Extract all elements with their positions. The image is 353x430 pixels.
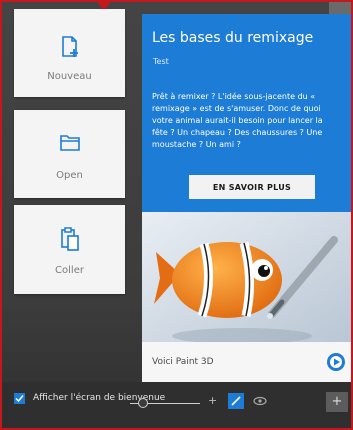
folder-icon — [59, 135, 80, 151]
bottom-toolbar — [2, 382, 351, 428]
card-tag: Test — [153, 57, 169, 66]
card-footer: Voici Paint 3D — [142, 342, 351, 382]
eye-icon[interactable] — [252, 393, 268, 409]
open-label: Open — [56, 170, 83, 181]
open-button[interactable]: Open — [14, 110, 125, 198]
card-body: Prêt à remixer ? L'idée sous-jacente du … — [152, 92, 323, 149]
show-welcome-checkbox[interactable] — [14, 392, 25, 404]
add-button[interactable]: + — [326, 392, 348, 412]
screenshot-frame: Nouveau Open Coller Les bases du remixag… — [0, 0, 353, 430]
clownfish-illustration — [142, 212, 351, 342]
card-title: Les bases du remixage — [152, 30, 314, 46]
slider-thumb[interactable] — [138, 398, 148, 408]
welcome-card: Les bases du remixage Test Prêt à remixe… — [142, 14, 351, 382]
play-icon[interactable] — [326, 352, 346, 372]
pen-button[interactable] — [228, 393, 244, 409]
checkmark-icon — [15, 394, 24, 402]
plus-icon[interactable]: + — [208, 394, 217, 407]
pen-icon — [231, 396, 241, 406]
paste-button[interactable]: Coller — [14, 205, 125, 294]
new-project-button[interactable]: Nouveau — [14, 9, 125, 97]
video-caption: Voici Paint 3D — [152, 357, 214, 367]
new-project-label: Nouveau — [47, 71, 92, 82]
learn-more-button[interactable]: EN SAVOIR PLUS — [189, 175, 315, 199]
clipboard-icon — [60, 227, 79, 251]
new-file-icon — [61, 36, 78, 57]
paste-label: Coller — [55, 265, 84, 276]
